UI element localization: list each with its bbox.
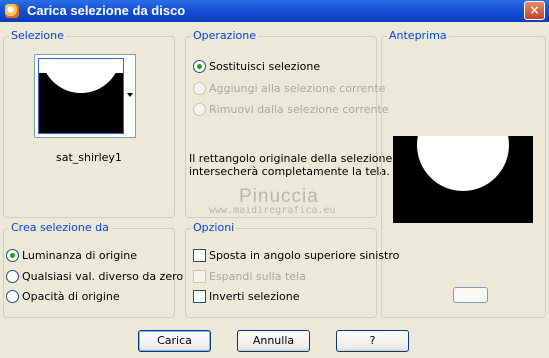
radio-add-selection-label: Aggiungi alla selezione corrente [209, 82, 386, 95]
radio-remove-selection-label: Rimuovi dalla selezione corrente [209, 103, 389, 116]
radio-source-luminance-label: Luminanza di origine [22, 249, 137, 262]
load-button[interactable]: Carica [138, 330, 211, 352]
preview-zoom-button[interactable] [453, 287, 488, 303]
options-group-title: Opzioni [191, 221, 237, 235]
checkbox-expand-canvas-label: Espandi sulla tela [209, 270, 306, 283]
close-button[interactable]: × [524, 1, 545, 20]
radio-replace-selection[interactable] [193, 60, 206, 73]
radio-source-opacity-label: Opacità di origine [22, 290, 120, 303]
help-button[interactable]: ? [336, 330, 409, 352]
create-from-group-title: Crea selezione da [9, 221, 111, 235]
radio-replace-selection-label: Sostituisci selezione [209, 60, 321, 73]
checkbox-invert-selection[interactable] [193, 290, 206, 303]
watermark-url: www.maidiregrafica.eu [209, 205, 336, 216]
title-bar: Carica selezione da disco × [0, 0, 549, 22]
operation-info-line-2: intersecherà completamente la tela. [189, 165, 390, 178]
checkbox-expand-canvas[interactable] [193, 270, 206, 283]
checkbox-move-top-left-label: Sposta in angolo superiore sinistro [209, 249, 400, 262]
chevron-down-icon[interactable] [127, 93, 133, 97]
window-title: Carica selezione da disco [27, 3, 186, 18]
operation-info-line-1: Il rettangolo originale della selezione [189, 152, 393, 165]
radio-non-zero-value[interactable] [6, 270, 19, 283]
selection-name: sat_shirley1 [56, 151, 122, 164]
close-icon: × [529, 3, 540, 17]
selection-group-title: Selezione [9, 29, 66, 43]
cancel-button[interactable]: Annulla [237, 330, 310, 352]
radio-non-zero-value-label: Qualsiasi val. diverso da zero [22, 270, 184, 283]
selection-thumbnail [38, 58, 124, 134]
preview-image [393, 136, 533, 223]
radio-source-opacity[interactable] [6, 290, 19, 303]
radio-add-selection[interactable] [193, 82, 206, 95]
checkbox-invert-selection-label: Inverti selezione [209, 290, 300, 303]
radio-source-luminance[interactable] [6, 249, 19, 262]
selection-thumbnail-dropdown[interactable] [34, 54, 136, 138]
operation-group-title: Operazione [191, 29, 258, 43]
radio-remove-selection[interactable] [193, 103, 206, 116]
checkbox-move-top-left[interactable] [193, 249, 206, 262]
app-icon [5, 4, 19, 18]
preview-group-title: Anteprima [387, 29, 449, 43]
